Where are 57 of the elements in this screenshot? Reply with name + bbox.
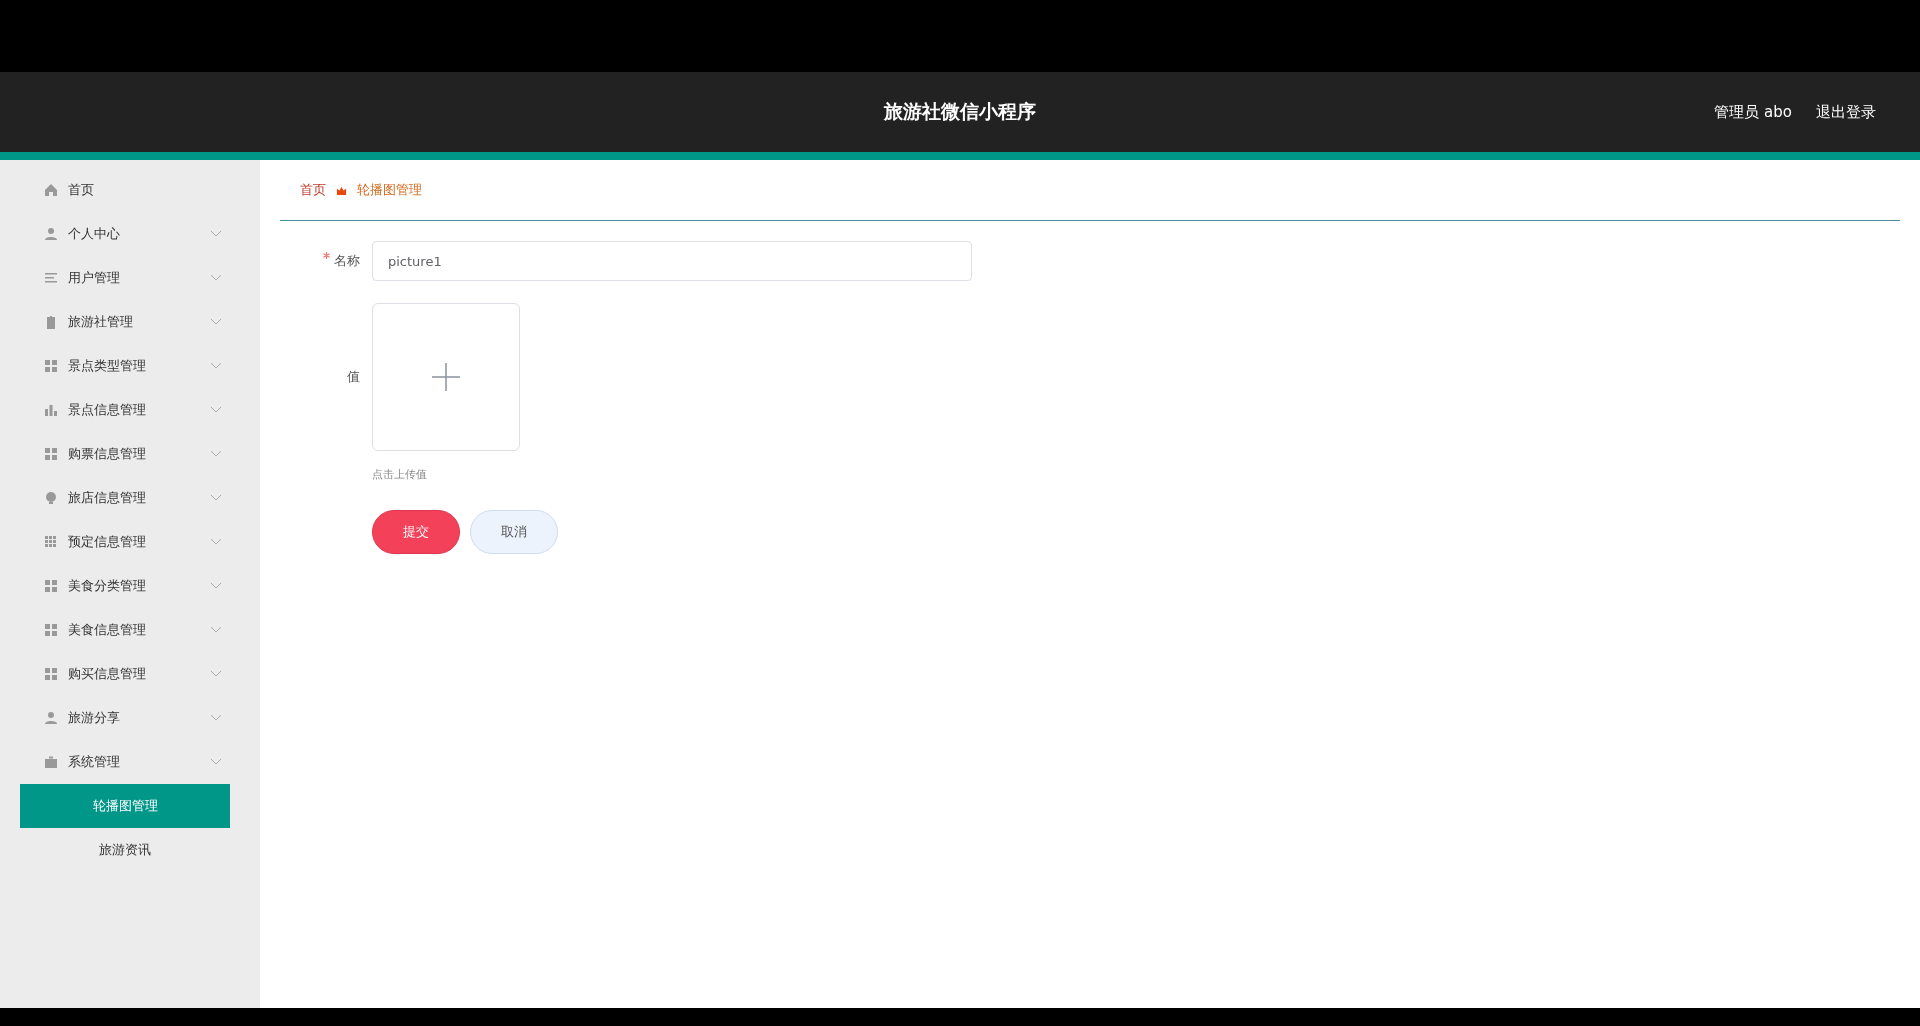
crown-icon [336, 184, 347, 196]
chevron-icon [210, 406, 222, 414]
menu-item[interactable]: 系统管理 [0, 740, 260, 784]
chevron-icon [210, 274, 222, 282]
grid-icon [44, 579, 58, 593]
field-label: 值 [346, 368, 361, 386]
person-icon [44, 227, 58, 241]
user-label: 管理员 abo [1714, 102, 1792, 122]
upload-box[interactable] [372, 303, 520, 451]
plus-icon [432, 363, 460, 391]
menu-item[interactable]: 景点类型管理 [0, 344, 260, 388]
app-title: 旅游社微信小程序 [884, 99, 1036, 124]
list-icon [44, 271, 58, 285]
menu-item[interactable]: 旅游社管理 [0, 300, 260, 344]
menu-item[interactable]: 个人中心 [0, 212, 260, 256]
menu-item[interactable]: 购买信息管理 [0, 652, 260, 696]
breadcrumb-link[interactable]: 轮播图管理 [357, 181, 422, 199]
submit-button[interactable]: 提交 [372, 510, 460, 554]
chevron-icon [210, 714, 222, 722]
dots-grid-icon [44, 535, 58, 549]
home-icon [44, 183, 58, 197]
chevron-icon [210, 362, 222, 370]
chevron-icon [210, 450, 222, 458]
menu-item[interactable]: 旅游分享 [0, 696, 260, 740]
field-label: 名称 [334, 253, 360, 268]
name-input[interactable]: picture1 [372, 241, 972, 281]
briefcase-icon [44, 755, 58, 769]
grid-icon [44, 623, 58, 637]
menu-item[interactable]: 预定信息管理 [0, 520, 260, 564]
menu-item[interactable]: 用户管理 [0, 256, 260, 300]
chevron-icon [210, 670, 222, 678]
chevron-icon [210, 318, 222, 326]
submenu-item[interactable]: 旅游资讯 [20, 828, 230, 872]
chevron-icon [210, 230, 222, 238]
menu-item[interactable]: 首页 [0, 168, 260, 212]
chevron-icon [210, 758, 222, 766]
grid-icon [44, 447, 58, 461]
menu-item[interactable]: 美食信息管理 [0, 608, 260, 652]
chevron-icon [210, 626, 222, 634]
chevron-icon [210, 494, 222, 502]
bulb-icon [44, 491, 58, 505]
cancel-button[interactable]: 取消 [470, 510, 558, 554]
chevron-icon [210, 538, 222, 546]
breadcrumb-link[interactable]: 首页 [300, 181, 326, 199]
menu-item[interactable]: 美食分类管理 [0, 564, 260, 608]
logout-link[interactable]: 退出登录 [1816, 102, 1876, 122]
clipboard-icon [44, 315, 58, 329]
grid-icon [44, 359, 58, 373]
upload-hint: 点击上传值 [372, 467, 428, 482]
submenu-item[interactable]: 轮播图管理 [20, 784, 230, 828]
person-icon [44, 711, 58, 725]
grid-icon [44, 667, 58, 681]
menu-item[interactable]: 景点信息管理 [0, 388, 260, 432]
menu-item[interactable]: 购票信息管理 [0, 432, 260, 476]
menu-item[interactable]: 旅店信息管理 [0, 476, 260, 520]
chevron-icon [210, 582, 222, 590]
bar-chart-icon [44, 403, 58, 417]
